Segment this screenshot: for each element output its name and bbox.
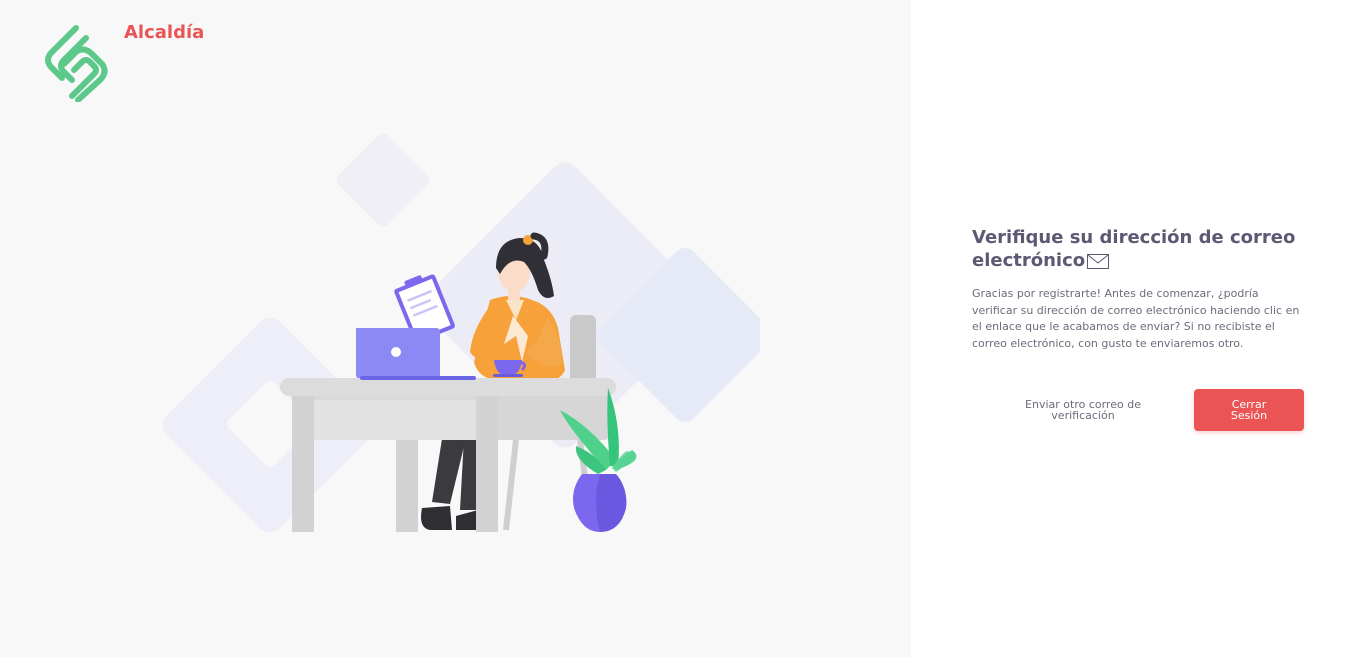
- woman-at-desk-illustration: [162, 133, 760, 533]
- verification-message: Gracias por registrarte! Antes de comenz…: [972, 287, 1300, 350]
- background-diamonds: [162, 133, 760, 533]
- logout-button[interactable]: Cerrar Sesión: [1194, 389, 1304, 431]
- brand-logo-icon: [45, 25, 108, 102]
- resend-verification-button[interactable]: Enviar otro correo de verificación: [1010, 389, 1156, 431]
- verify-email-card: Verifique su dirección de correo electró…: [972, 226, 1312, 352]
- page-title: Verifique su dirección de correo electró…: [972, 226, 1312, 272]
- title-text: Verifique su dirección de correo electró…: [972, 227, 1296, 271]
- brand-name: Alcaldía: [124, 22, 205, 43]
- illustration-panel: Alcaldía: [0, 0, 911, 657]
- verification-actions: Enviar otro correo de verificación Cerra…: [1010, 389, 1305, 431]
- envelope-icon: [1087, 253, 1110, 269]
